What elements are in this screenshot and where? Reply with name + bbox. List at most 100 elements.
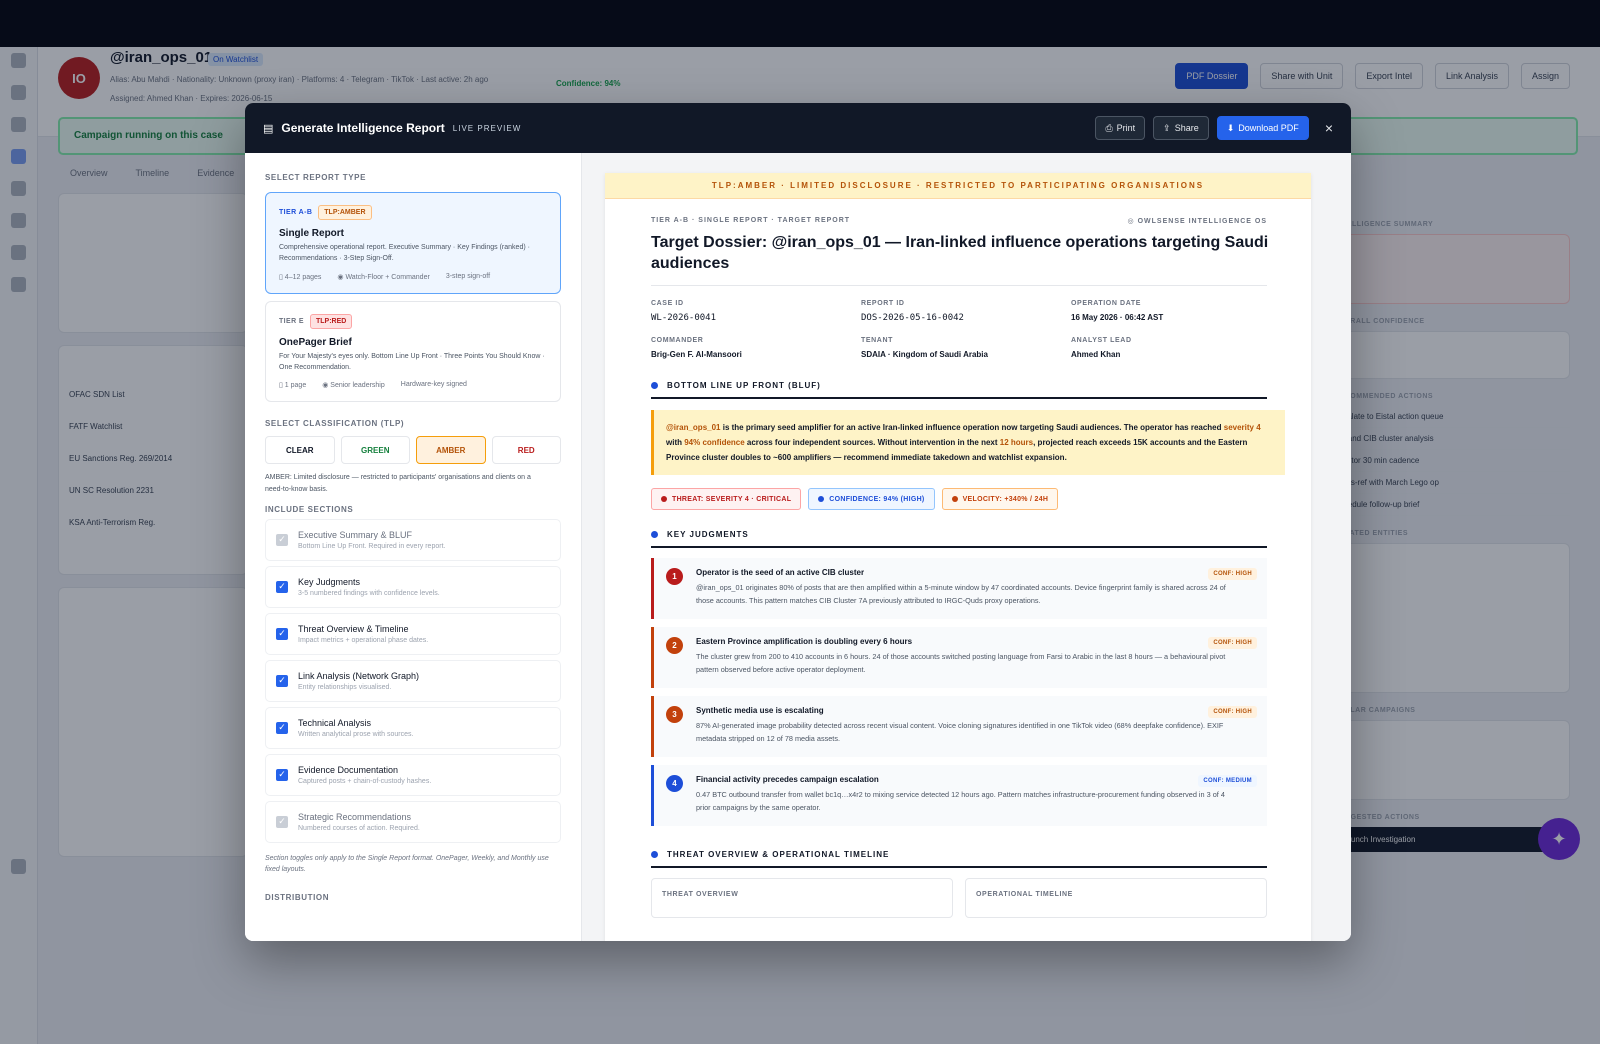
- threat-columns: THREAT OVERVIEW OPERATIONAL TIMELINE: [651, 878, 1267, 919]
- section-sub: Impact metrics + operational phase dates…: [298, 636, 429, 644]
- section-sub: Captured posts + chain-of-custody hashes…: [298, 777, 432, 785]
- share-label: Share: [1174, 123, 1199, 133]
- judgment-number: 4: [666, 775, 683, 793]
- report-page: TLP:AMBER · LIMITED DISCLOSURE · RESTRIC…: [605, 173, 1311, 941]
- section-toggle[interactable]: ✓ Strategic Recommendations Numbered cour…: [265, 800, 561, 843]
- confidence-badge: CONF: HIGH: [1208, 568, 1257, 581]
- meta-label: COMMANDER: [651, 336, 704, 344]
- report-preview-pane[interactable]: TLP:AMBER · LIMITED DISCLOSURE · RESTRIC…: [582, 153, 1351, 941]
- meta-label: CASE ID: [651, 299, 684, 307]
- audience-meta: ◉ Senior leadership: [322, 382, 385, 390]
- sections-label: INCLUDE SECTIONS: [265, 504, 354, 514]
- divider: [651, 284, 1267, 286]
- judgment-title: Eastern Province amplification is doubli…: [696, 637, 913, 647]
- sections-note: Section toggles only apply to the Single…: [265, 854, 549, 873]
- bluf-heading: BOTTOM LINE UP FRONT (BLUF): [651, 381, 1267, 399]
- report-kicker: TIER A-B · SINGLE REPORT · TARGET REPORT: [651, 217, 851, 224]
- bullet-dot: [651, 851, 658, 859]
- os-top-bar: [0, 0, 1600, 47]
- metric-chips: THREAT: SEVERITY 4 · CRITICAL CONFIDENCE…: [651, 488, 1267, 511]
- tlp-option-red[interactable]: RED: [491, 436, 561, 465]
- distribution-label: DISTRIBUTION: [265, 893, 330, 903]
- tlp-option-green[interactable]: GREEN: [340, 436, 410, 465]
- checkbox-checked[interactable]: ✓: [276, 674, 288, 687]
- section-title: Key Judgments: [298, 576, 361, 587]
- judgment-number: 1: [666, 568, 683, 586]
- confidence-badge: CONF: HIGH: [1208, 637, 1257, 650]
- close-icon[interactable]: ×: [1325, 120, 1333, 136]
- judgment-body: @iran_ops_01 originates 80% of posts tha…: [696, 583, 1226, 605]
- checkbox-checked-disabled[interactable]: ✓: [276, 815, 288, 828]
- pages-meta: ▯ 1 page: [279, 382, 307, 390]
- section-title: Evidence Documentation: [298, 764, 399, 775]
- section-title: Threat Overview & Timeline: [298, 623, 409, 634]
- share-button[interactable]: ⇪ Share: [1153, 116, 1209, 140]
- modal-header: ▤ Generate Intelligence Report LIVE PREV…: [245, 103, 1351, 153]
- tlp-note-line: need-to-know basis.: [265, 485, 328, 493]
- report-type-single[interactable]: TIER A-B TLP:AMBER Single Report Compreh…: [265, 192, 561, 294]
- section-title: Technical Analysis: [298, 717, 372, 728]
- tlp-selector: CLEAR GREEN AMBER RED: [265, 436, 561, 465]
- checkbox-checked[interactable]: ✓: [276, 580, 288, 593]
- report-id-value: DOS-2026-05-16-0042: [861, 312, 964, 323]
- confidence-badge: CONF: MEDIUM: [1198, 775, 1257, 788]
- tier-label: TIER E: [279, 317, 304, 325]
- tlp-label: SELECT CLASSIFICATION (TLP): [265, 419, 405, 429]
- share-icon: ⇪: [1163, 122, 1171, 133]
- judgment-body: 87% AI-generated image probability detec…: [696, 721, 1224, 743]
- report-type-label: SELECT REPORT TYPE: [265, 173, 367, 182]
- bullet-dot: [651, 381, 658, 389]
- confidence-badge: CONF: HIGH: [1208, 706, 1257, 719]
- judgment-title: Operator is the seed of an active CIB cl…: [696, 568, 865, 578]
- signoff-meta: Hardware-key signed: [400, 381, 467, 389]
- checkbox-checked-disabled[interactable]: ✓: [276, 533, 288, 546]
- checkbox-checked[interactable]: ✓: [276, 768, 288, 781]
- signoff-meta: 3-step sign-off: [445, 272, 491, 280]
- section-toggle[interactable]: ✓ Link Analysis (Network Graph) Entity re…: [265, 659, 561, 702]
- brand-mark: ◎ OWLSENSE INTELLIGENCE OS: [1127, 218, 1267, 225]
- section-sub: 3-5 numbered findings with confidence le…: [298, 589, 440, 597]
- confidence-chip: CONFIDENCE: 94% (HIGH): [808, 488, 935, 511]
- section-toggle[interactable]: ✓ Technical Analysis Written analytical p…: [265, 706, 561, 749]
- key-judgment: 4 Financial activity precedes campaign e…: [651, 765, 1267, 827]
- tlp-badge: TLP:AMBER: [318, 205, 372, 220]
- report-type-desc: For Your Majesty's eyes only. Bottom Lin…: [279, 352, 545, 371]
- judgment-body: 0.47 BTC outbound transfer from wallet b…: [696, 790, 1225, 812]
- bullet-dot: [651, 531, 658, 539]
- judgment-body: The cluster grew from 200 to 410 account…: [696, 652, 1226, 674]
- audience-meta: ◉ Watch-Floor + Commander: [337, 273, 430, 281]
- printer-icon: ⎙: [1105, 122, 1113, 133]
- key-judgment: 1 Operator is the seed of an active CIB …: [651, 558, 1267, 620]
- judgment-title: Financial activity precedes campaign esc…: [696, 775, 879, 785]
- case-id-value: WL-2026-0041: [651, 312, 717, 323]
- velocity-chip: VELOCITY: +340% / 24H: [941, 488, 1059, 511]
- analyst-value: Ahmed Khan: [1071, 349, 1121, 359]
- judgment-number: 2: [666, 637, 683, 655]
- tier-label: TIER A-B: [279, 209, 313, 216]
- threat-chip: THREAT: SEVERITY 4 · CRITICAL: [651, 488, 802, 511]
- section-toggle[interactable]: ✓ Threat Overview & Timeline Impact metri…: [265, 612, 561, 655]
- report-modal: ▤ Generate Intelligence Report LIVE PREV…: [245, 103, 1351, 941]
- live-preview-label: LIVE PREVIEW: [452, 123, 522, 133]
- judgment-title: Synthetic media use is escalating: [696, 706, 824, 716]
- checkbox-checked[interactable]: ✓: [276, 627, 288, 640]
- download-pdf-button[interactable]: ⬇ Download PDF: [1216, 116, 1309, 140]
- download-label: Download PDF: [1238, 123, 1299, 133]
- checkbox-checked[interactable]: ✓: [276, 721, 288, 734]
- section-toggle[interactable]: ✓ Evidence Documentation Captured posts +…: [265, 753, 561, 796]
- document-icon: ▤: [263, 122, 274, 135]
- section-toggle[interactable]: ✓ Key Judgments 3-5 numbered findings wit…: [265, 565, 561, 608]
- print-button[interactable]: ⎙ Print: [1095, 116, 1146, 140]
- key-judgment: 3 Synthetic media use is escalating CONF…: [651, 696, 1267, 758]
- tlp-badge: TLP:RED: [309, 313, 353, 329]
- section-toggle[interactable]: ✓ Executive Summary & BLUF Bottom Line Up…: [265, 518, 561, 561]
- report-type-onepager[interactable]: TIER E TLP:RED OnePager Brief For Your M…: [265, 300, 561, 403]
- tlp-option-amber[interactable]: AMBER: [416, 436, 486, 465]
- tlp-option-clear[interactable]: CLEAR: [265, 436, 335, 465]
- print-label: Print: [1116, 123, 1136, 133]
- section-title: Strategic Recommendations: [298, 811, 412, 822]
- threat-overview-box: THREAT OVERVIEW: [651, 878, 953, 919]
- meta-label: ANALYST LEAD: [1071, 336, 1132, 344]
- op-date-value: 16 May 2026 · 06:42 AST: [1071, 312, 1164, 322]
- section-sub: Bottom Line Up Front. Required in every …: [298, 542, 446, 550]
